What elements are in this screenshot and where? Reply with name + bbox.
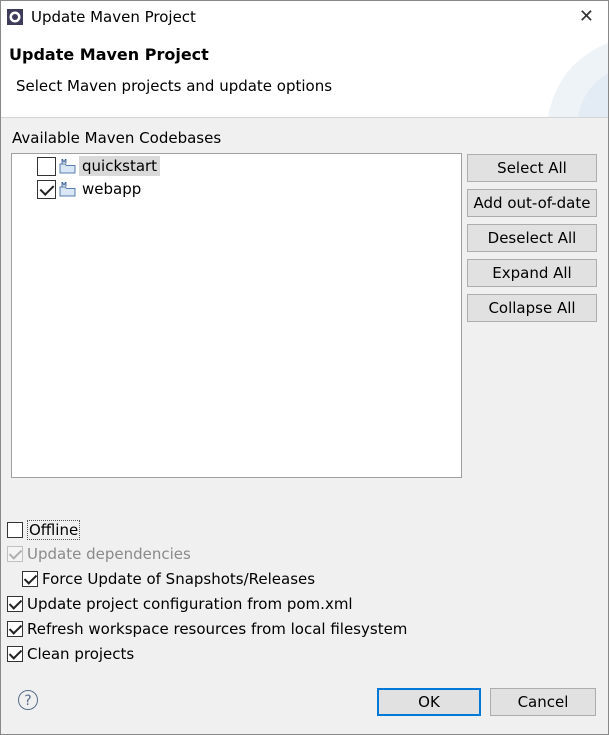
- update-dependencies-checkbox: [7, 546, 23, 562]
- update-maven-project-dialog: Update Maven Project ✕ Update Maven Proj…: [0, 0, 609, 735]
- tree-item-label: webapp: [82, 180, 142, 198]
- dialog-header-banner: Update Maven Project Select Maven projec…: [1, 33, 608, 118]
- refresh-workspace-option[interactable]: Refresh workspace resources from local f…: [7, 620, 407, 638]
- collapse-all-button[interactable]: Collapse All: [467, 294, 597, 322]
- help-icon[interactable]: ?: [18, 690, 38, 710]
- offline-checkbox[interactable]: [7, 522, 23, 538]
- tree-item-webapp[interactable]: M webapp: [37, 178, 144, 200]
- svg-text:M: M: [61, 159, 67, 166]
- offline-option[interactable]: Offline: [7, 520, 81, 540]
- maven-project-icon: M: [59, 159, 76, 174]
- add-out-of-date-button[interactable]: Add out-of-date: [467, 189, 597, 217]
- force-update-checkbox[interactable]: [22, 571, 38, 587]
- banner-title: Update Maven Project: [9, 45, 209, 64]
- banner-message: Select Maven projects and update options: [16, 77, 333, 95]
- clean-projects-checkbox[interactable]: [7, 646, 23, 662]
- window-title: Update Maven Project: [31, 8, 196, 26]
- update-config-label: Update project configuration from pom.xm…: [27, 595, 353, 613]
- svg-text:M: M: [61, 182, 67, 189]
- refresh-workspace-checkbox[interactable]: [7, 621, 23, 637]
- title-bar: Update Maven Project ✕: [1, 1, 608, 33]
- banner-decoration: [548, 43, 608, 117]
- update-config-checkbox[interactable]: [7, 596, 23, 612]
- tree-item-quickstart[interactable]: M quickstart: [37, 155, 161, 177]
- quickstart-checkbox[interactable]: [37, 156, 56, 176]
- deselect-all-button[interactable]: Deselect All: [467, 224, 597, 252]
- offline-label: Offline: [27, 520, 81, 540]
- clean-projects-label: Clean projects: [27, 645, 135, 663]
- cancel-button[interactable]: Cancel: [490, 688, 596, 716]
- webapp-checkbox[interactable]: [37, 179, 56, 199]
- maven-project-icon: M: [59, 182, 76, 197]
- expand-all-button[interactable]: Expand All: [467, 259, 597, 287]
- update-config-option[interactable]: Update project configuration from pom.xm…: [7, 595, 353, 613]
- codebases-label: Available Maven Codebases: [12, 129, 222, 147]
- force-update-label: Force Update of Snapshots/Releases: [42, 570, 316, 588]
- close-icon[interactable]: ✕: [579, 6, 594, 27]
- refresh-workspace-label: Refresh workspace resources from local f…: [27, 620, 408, 638]
- eclipse-app-icon: [7, 9, 23, 25]
- select-all-button[interactable]: Select All: [467, 154, 597, 182]
- clean-projects-option[interactable]: Clean projects: [7, 645, 134, 663]
- tree-item-label: quickstart: [79, 156, 161, 176]
- ok-button[interactable]: OK: [377, 688, 481, 716]
- update-dependencies-label: Update dependencies: [27, 545, 191, 563]
- update-dependencies-option: Update dependencies: [7, 545, 191, 563]
- codebases-tree[interactable]: M quickstart M webapp: [11, 153, 462, 478]
- force-update-option[interactable]: Force Update of Snapshots/Releases: [22, 570, 315, 588]
